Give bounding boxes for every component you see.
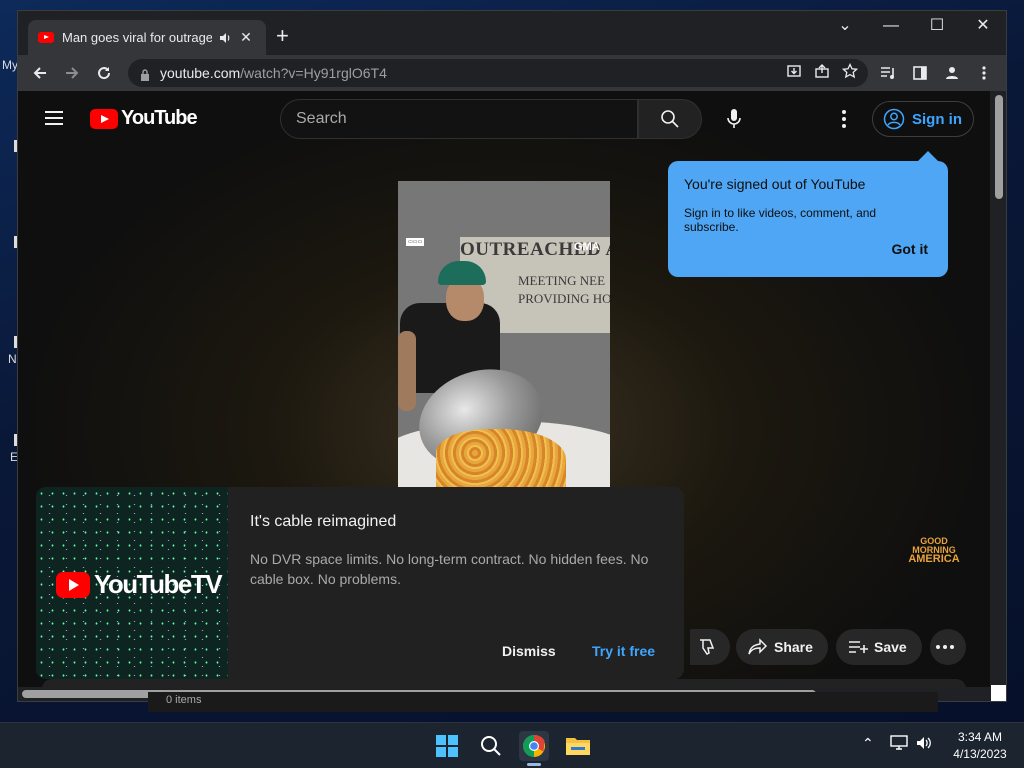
scrollbar-corner (991, 685, 1006, 701)
side-panel-icon[interactable] (908, 59, 932, 87)
bookmark-star-icon[interactable] (841, 62, 859, 82)
youtube-play-icon (90, 108, 118, 129)
save-label: Save (874, 639, 907, 655)
url-host: youtube.com (160, 65, 241, 81)
browser-toolbar: youtube.com/watch?v=Hy91rglO6T4 (18, 55, 1006, 91)
new-tab-plus-icon[interactable]: + (276, 25, 289, 47)
speaker-icon[interactable] (218, 31, 232, 45)
tab-title: Man goes viral for outrageous (62, 30, 212, 45)
hamburger-menu-icon[interactable] (45, 111, 63, 125)
clock-time: 3:34 AM (957, 730, 1003, 744)
signed-out-tooltip: You're signed out of YouTube Sign in to … (668, 151, 948, 277)
desktop-icon-label[interactable]: My (2, 58, 18, 72)
good-morning-america-logo: GOOD MORNING AMERICA (904, 537, 964, 565)
promo-image: YouTubeTV (36, 487, 228, 679)
try-it-free-button[interactable]: Try it free (592, 643, 655, 659)
search-box[interactable] (280, 99, 638, 139)
youtube-play-icon (56, 571, 90, 598)
dislike-button[interactable] (690, 629, 730, 665)
url-path: /watch?v=Hy91rglO6T4 (240, 65, 387, 81)
reading-list-icon[interactable] (876, 59, 900, 87)
banner-line-2: MEETING NEE (518, 273, 606, 288)
cereal-pile (436, 429, 566, 489)
forward-arrow-icon[interactable] (58, 59, 86, 87)
vertical-scroll-thumb[interactable] (995, 95, 1003, 199)
got-it-button[interactable]: Got it (891, 241, 928, 257)
search-button[interactable] (638, 99, 702, 139)
share-label: Share (774, 639, 813, 655)
start-windows-icon[interactable] (432, 731, 462, 761)
taskbar: ⌃ 3:34 AM 4/13/2023 (0, 722, 1024, 768)
address-bar[interactable]: youtube.com/watch?v=Hy91rglO6T4 (128, 59, 868, 87)
voice-search-button[interactable] (718, 103, 750, 135)
clock-date: 4/13/2023 (953, 747, 1007, 761)
dismiss-button[interactable]: Dismiss (502, 643, 556, 659)
tooltip-title: You're signed out of YouTube (684, 176, 866, 192)
youtube-tv-logo: YouTubeTV (56, 569, 223, 600)
name-tag: ▭▭▭ (406, 238, 425, 246)
more-horizontal-icon (936, 645, 954, 649)
minimize-icon[interactable]: — (876, 15, 906, 37)
search-input[interactable] (296, 110, 616, 128)
install-icon[interactable] (786, 63, 802, 82)
playlist-add-icon (849, 641, 868, 653)
account-circle-icon (883, 108, 905, 130)
youtube-masthead: YouTube Sign in (18, 91, 990, 147)
browser-menu-kebab-icon[interactable] (972, 59, 996, 87)
file-explorer-icon[interactable] (563, 731, 593, 761)
back-arrow-icon[interactable] (26, 59, 54, 87)
banner-line-3: PROVIDING HO (518, 291, 610, 306)
volume-icon[interactable] (915, 735, 933, 754)
thumbs-down-icon (700, 639, 715, 655)
window-close-icon[interactable]: ✕ (968, 15, 998, 37)
tab-search-chevron-icon[interactable]: ⌄ (830, 15, 860, 37)
share-arrow-icon (748, 638, 768, 655)
sign-in-button[interactable]: Sign in (872, 101, 974, 137)
taskbar-clock[interactable]: 3:34 AM 4/13/2023 (940, 729, 1020, 763)
promo-description: No DVR space limits. No long-term contra… (250, 551, 649, 587)
youtube-logo[interactable]: YouTube (90, 107, 198, 130)
microphone-icon (727, 109, 741, 128)
sign-in-label: Sign in (912, 110, 962, 128)
promo-title: It's cable reimagined (250, 513, 397, 530)
desktop-icon-label[interactable]: N (8, 352, 17, 366)
share-icon[interactable] (814, 63, 830, 82)
lock-icon[interactable] (140, 68, 150, 81)
youtube-page: YouTube Sign in You're signed out of You… (18, 91, 990, 701)
youtube-tv-logo-text: YouTubeTV (94, 569, 223, 599)
vertical-scrollbar[interactable] (993, 91, 1006, 691)
youtube-logo-text: YouTube (121, 107, 198, 129)
gma-tag: GMA (574, 241, 600, 253)
youtube-tv-promo: YouTubeTV It's cable reimagined No DVR s… (36, 487, 684, 679)
background-window-strip: 0 items (148, 692, 938, 712)
tab-close-icon[interactable]: ✕ (238, 29, 254, 46)
active-app-indicator (527, 763, 541, 766)
maximize-icon[interactable]: ☐ (922, 15, 952, 37)
gma-logo-line: AMERICA (908, 553, 960, 565)
share-button[interactable]: Share (736, 629, 828, 665)
search-icon (661, 110, 679, 128)
youtube-favicon-icon (38, 32, 54, 43)
browser-window: Man goes viral for outrageous ✕ + ⌄ — ☐ … (17, 10, 1007, 702)
more-actions-button[interactable] (930, 629, 966, 665)
tray-chevron-up-icon[interactable]: ⌃ (862, 735, 874, 752)
browser-tab[interactable]: Man goes viral for outrageous ✕ (28, 20, 266, 55)
settings-kebab-icon[interactable] (836, 107, 852, 131)
save-button[interactable]: Save (836, 629, 922, 665)
network-icon[interactable] (890, 735, 908, 754)
video-player[interactable]: OUTREACHED AM MEETING NEE PROVIDING HO G… (398, 181, 610, 489)
search-icon[interactable] (476, 731, 506, 761)
profile-icon[interactable] (940, 59, 964, 87)
chrome-icon[interactable] (519, 731, 549, 761)
tooltip-body: Sign in to like videos, comment, and sub… (684, 206, 877, 234)
person-arm (398, 331, 416, 411)
title-bar: Man goes viral for outrageous ✕ + ⌄ — ☐ … (18, 11, 1006, 55)
reload-icon[interactable] (90, 59, 118, 87)
